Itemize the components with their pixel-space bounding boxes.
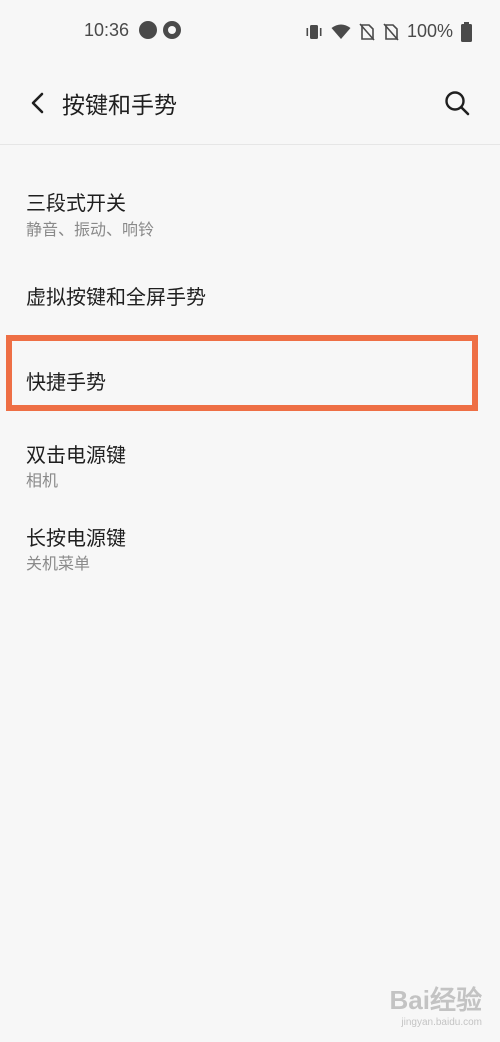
watermark-url: jingyan.baidu.com (401, 1017, 482, 1028)
notification-icons (139, 21, 181, 39)
wifi-icon (331, 24, 351, 39)
item-alert-slider[interactable]: 三段式开关 静音、振动、响铃 (0, 183, 500, 253)
app-bar: 按键和手势 (0, 64, 500, 145)
vibrate-icon (306, 24, 322, 39)
item-navigation-gestures[interactable]: 虚拟按键和全屏手势 (0, 275, 500, 325)
item-title: 长按电源键 (26, 526, 126, 550)
highlight-box (6, 335, 478, 411)
no-sim-icon-2 (383, 22, 399, 41)
item-title: 双击电源键 (26, 443, 126, 467)
back-button[interactable] (22, 88, 52, 118)
battery-icon (461, 21, 472, 42)
item-subtitle: 相机 (26, 471, 59, 490)
search-icon (445, 91, 470, 116)
status-bar: 10:36 100% (0, 0, 500, 64)
no-sim-icon (359, 22, 375, 41)
status-time: 10:36 (84, 20, 130, 40)
search-button[interactable] (442, 88, 472, 118)
notification-dot-icon (139, 21, 157, 39)
item-subtitle: 静音、振动、响铃 (26, 220, 155, 239)
system-status-icons: 100% (305, 21, 472, 42)
watermark-logo: Bai经验 (389, 985, 482, 1015)
back-arrow-icon (31, 92, 44, 114)
item-double-press-power[interactable]: 双击电源键 相机 (0, 435, 500, 505)
app-notification-icon (163, 21, 181, 39)
settings-screen: 10:36 100% 按键和手势 三段式开关 静音、振动、响铃 虚拟按键和全屏手… (0, 0, 500, 1042)
page-title: 按键和手势 (62, 93, 177, 119)
item-title: 虚拟按键和全屏手势 (26, 285, 206, 309)
item-long-press-power[interactable]: 长按电源键 关机菜单 (0, 518, 500, 588)
item-subtitle: 关机菜单 (26, 554, 91, 573)
watermark: Bai经验 jingyan.baidu.com (390, 980, 482, 1028)
battery-percentage: 100% (406, 21, 453, 41)
item-title: 三段式开关 (26, 191, 126, 215)
